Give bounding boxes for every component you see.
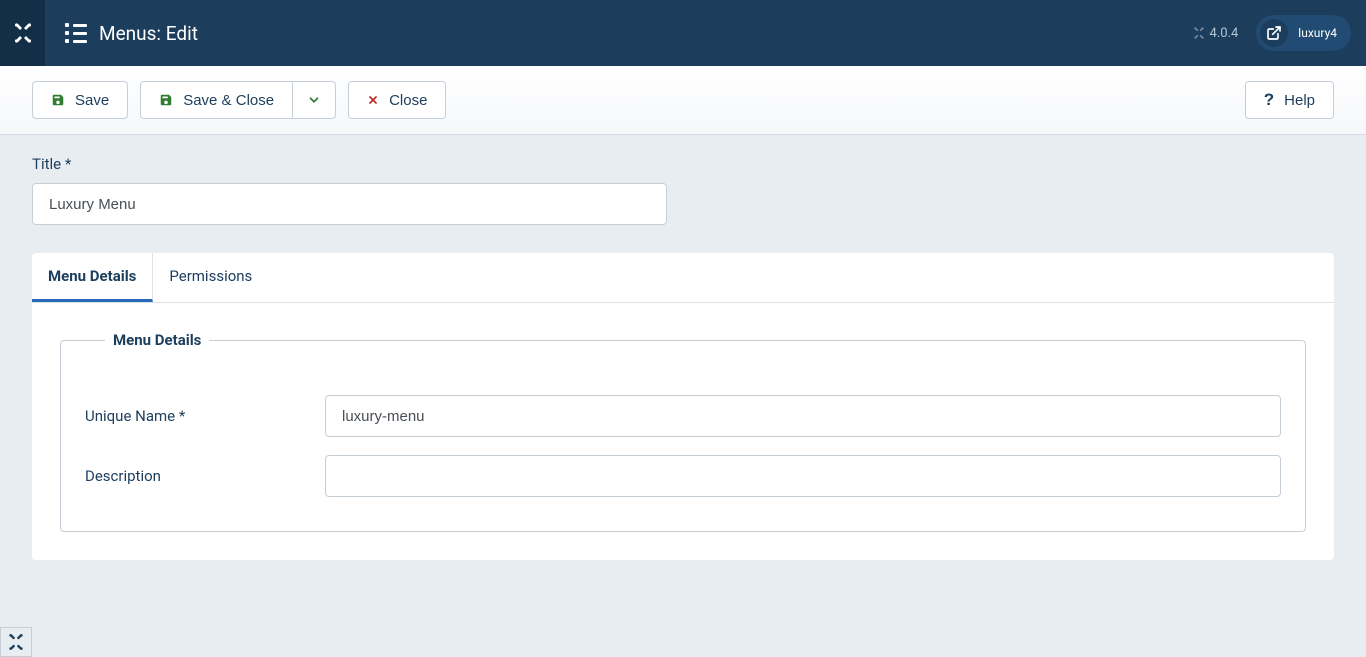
brand-logo-box[interactable] (0, 0, 45, 66)
tab-permissions[interactable]: Permissions (153, 253, 268, 302)
site-name: luxury4 (1298, 26, 1337, 40)
header-bar: Menus: Edit 4.0.4 luxury4 (0, 0, 1366, 66)
save-close-button[interactable]: Save & Close (140, 81, 293, 119)
joomla-small-icon (1192, 26, 1206, 40)
site-preview-link[interactable]: luxury4 (1256, 15, 1351, 51)
joomla-logo-icon (11, 21, 35, 45)
page-title: Menus: Edit (99, 22, 198, 45)
save-label: Save (75, 92, 109, 109)
title-input[interactable] (32, 183, 667, 225)
help-button[interactable]: ? Help (1245, 81, 1334, 119)
description-row: Description (85, 455, 1281, 497)
content-area: Title * Menu Details Permissions Menu De… (0, 135, 1366, 580)
list-icon (65, 23, 87, 43)
save-icon (159, 93, 173, 107)
unique-name-input[interactable] (325, 395, 1281, 437)
save-close-label: Save & Close (183, 92, 274, 109)
description-label: Description (85, 467, 325, 485)
menu-details-fieldset: Menu Details Unique Name * Description (60, 331, 1306, 532)
external-link-icon (1266, 25, 1282, 41)
external-link-icon-wrap (1260, 19, 1288, 47)
save-close-group: Save & Close (140, 81, 336, 119)
chevron-down-icon (307, 93, 321, 107)
help-label: Help (1284, 92, 1315, 109)
save-button[interactable]: Save (32, 81, 128, 119)
close-icon (367, 94, 379, 106)
toolbar: Save Save & Close Close ? Help (0, 66, 1366, 135)
tabs-nav: Menu Details Permissions (32, 253, 1334, 303)
tabs-container: Menu Details Permissions Menu Details Un… (32, 253, 1334, 560)
fieldset-legend: Menu Details (105, 331, 209, 349)
version-text: 4.0.4 (1210, 26, 1239, 41)
footer-brand-button[interactable] (0, 627, 32, 657)
joomla-footer-icon (6, 632, 26, 652)
version-indicator[interactable]: 4.0.4 (1192, 26, 1239, 41)
tab-content: Menu Details Unique Name * Description (32, 303, 1334, 560)
save-dropdown-button[interactable] (293, 81, 336, 119)
unique-name-label: Unique Name * (85, 407, 325, 425)
close-button[interactable]: Close (348, 81, 446, 119)
header-right: 4.0.4 luxury4 (1192, 15, 1366, 51)
unique-name-row: Unique Name * (85, 395, 1281, 437)
title-area: Menus: Edit (45, 22, 1192, 45)
tab-menu-details[interactable]: Menu Details (32, 253, 153, 302)
close-label: Close (389, 92, 427, 109)
description-input[interactable] (325, 455, 1281, 497)
title-label: Title * (32, 155, 1334, 173)
help-icon: ? (1264, 90, 1274, 110)
save-icon (51, 93, 65, 107)
